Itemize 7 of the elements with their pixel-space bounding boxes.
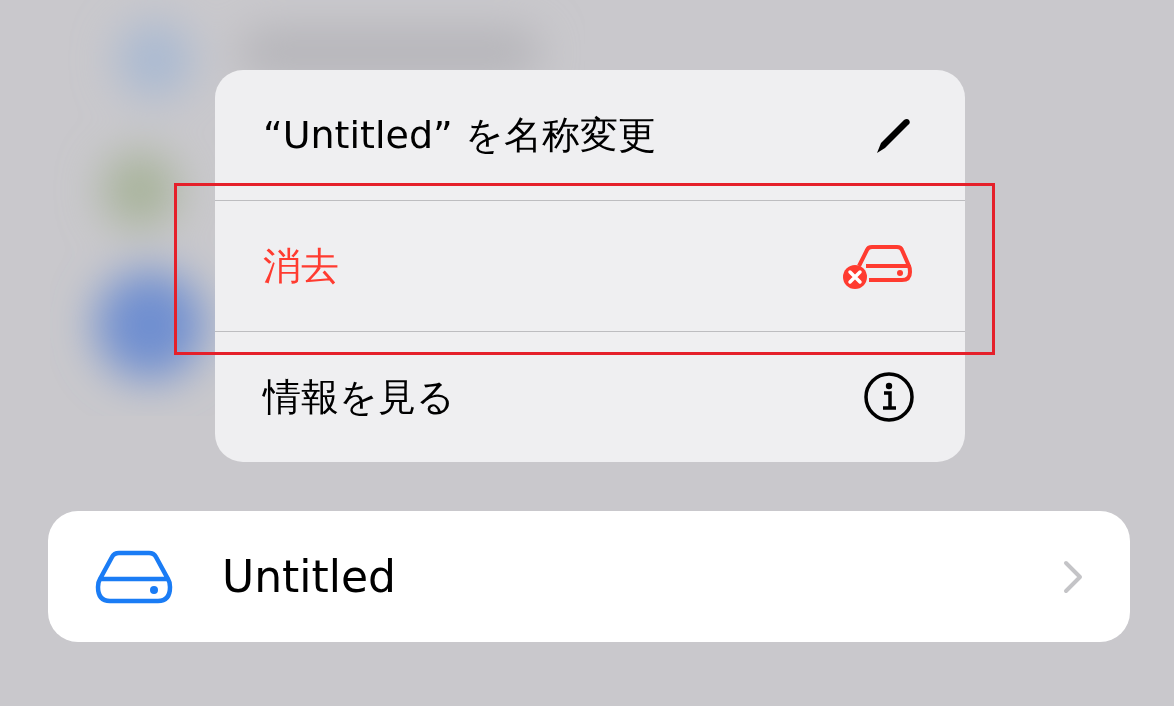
info-icon bbox=[863, 371, 915, 423]
menu-item[interactable]: 情報を見る bbox=[215, 332, 965, 462]
drive-icon bbox=[94, 548, 174, 605]
menu-item[interactable]: “Untitled” を名称変更 bbox=[215, 70, 965, 200]
drive-name: Untitled bbox=[222, 551, 398, 602]
drive-row[interactable]: Untitled bbox=[48, 511, 1130, 642]
chevron-right-icon bbox=[1062, 558, 1084, 595]
